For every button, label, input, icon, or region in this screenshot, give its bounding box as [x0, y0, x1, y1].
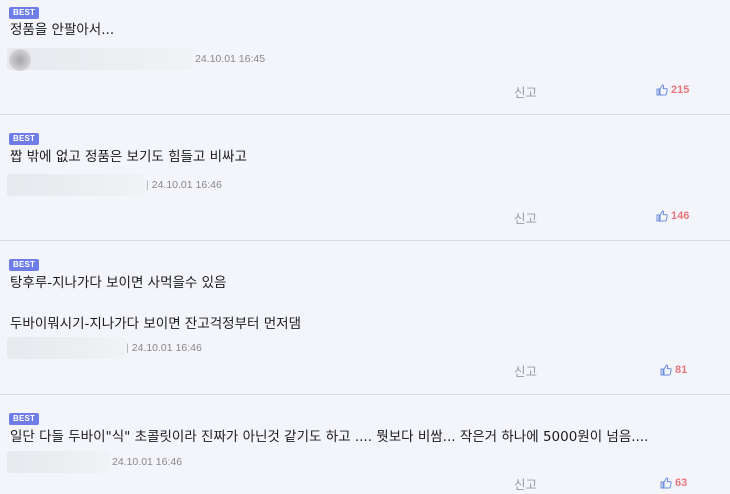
like-count: 81 — [675, 364, 688, 376]
thumbs-up-icon — [656, 210, 668, 222]
author-name-blurred[interactable] — [7, 337, 125, 359]
author-name-blurred[interactable] — [7, 174, 145, 196]
comment-item: BEST 짭 밖에 없고 정품은 보기도 힘들고 비싸고 | 24.10.01 … — [0, 115, 730, 241]
like-count: 146 — [671, 210, 690, 222]
comment-text: 일단 다들 두바이"식" 초콜릿이라 진짜가 아닌것 같기도 하고 .... 뭣… — [10, 429, 649, 445]
report-button[interactable]: 신고 — [514, 208, 537, 227]
comment-text: 짭 밖에 없고 정품은 보기도 힘들고 비싸고 — [10, 149, 247, 165]
comment-timestamp: 24.10.01 16:46 — [112, 456, 183, 468]
comment-item: BEST 탕후루-지나가다 보이면 사먹을수 있음 두바이뭐시기-지나가다 보이… — [0, 241, 730, 395]
best-badge: BEST — [9, 259, 40, 271]
best-badge: BEST — [9, 7, 40, 19]
comment-timestamp: 24.10.01 16:46 — [151, 179, 222, 191]
comment-text: 정품을 안팔아서... — [10, 22, 115, 38]
meta-separator: | — [126, 342, 129, 354]
like-button[interactable]: 146 — [656, 210, 689, 222]
comment-item: BEST 정품을 안팔아서... 24.10.01 16:45 신고 215 — [0, 0, 730, 115]
report-button[interactable]: 신고 — [514, 82, 537, 101]
meta-separator: | — [146, 179, 149, 191]
comment-meta: | 24.10.01 16:46 — [7, 337, 202, 359]
comment-meta: 24.10.01 16:46 — [7, 451, 182, 473]
report-button[interactable]: 신고 — [514, 474, 537, 493]
like-count: 215 — [671, 84, 690, 96]
comment-timestamp: 24.10.01 16:45 — [195, 53, 266, 65]
comment-text: 탕후루-지나가다 보이면 사먹을수 있음 — [10, 275, 227, 291]
comment-text: 두바이뭐시기-지나가다 보이면 잔고걱정부터 먼저댐 — [10, 316, 301, 332]
comment-meta: | 24.10.01 16:46 — [7, 174, 222, 196]
like-button[interactable]: 215 — [656, 84, 689, 96]
thumbs-up-icon — [656, 84, 668, 96]
thumbs-up-icon — [660, 477, 672, 489]
like-button[interactable]: 63 — [660, 477, 687, 489]
comment-item: BEST 일단 다들 두바이"식" 초콜릿이라 진짜가 아닌것 같기도 하고 .… — [0, 395, 730, 494]
avatar — [9, 49, 31, 71]
like-button[interactable]: 81 — [660, 364, 687, 376]
best-badge: BEST — [9, 413, 40, 425]
author-name-blurred[interactable] — [7, 451, 109, 473]
author-name-blurred[interactable] — [7, 48, 193, 71]
comment-meta: 24.10.01 16:45 — [7, 48, 266, 71]
like-count: 63 — [675, 477, 688, 489]
best-badge: BEST — [9, 133, 40, 145]
report-button[interactable]: 신고 — [514, 361, 537, 380]
comment-timestamp: 24.10.01 16:46 — [131, 342, 202, 354]
thumbs-up-icon — [660, 364, 672, 376]
